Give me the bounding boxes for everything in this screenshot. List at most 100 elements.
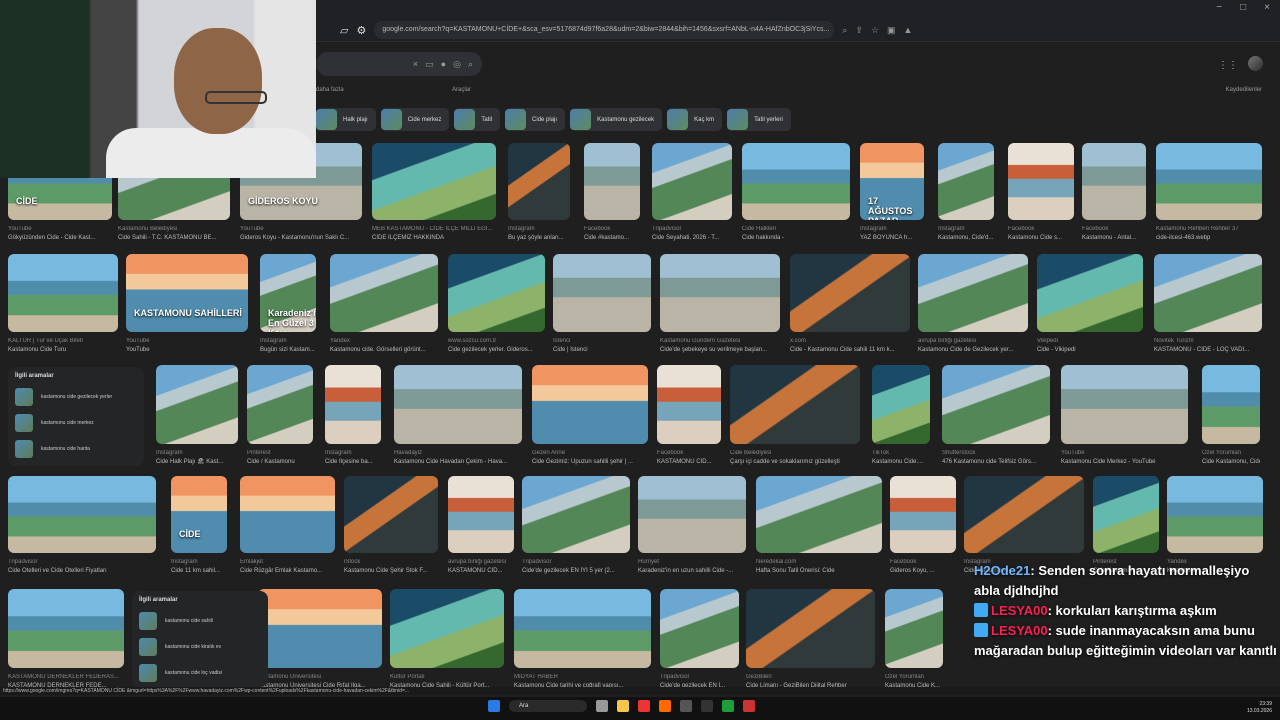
result-thumbnail[interactable] bbox=[1037, 254, 1143, 332]
result-thumbnail[interactable] bbox=[532, 365, 648, 444]
result-source[interactable]: Özel Yorumlan bbox=[1202, 450, 1260, 457]
result-source[interactable]: Emlakjet bbox=[240, 559, 335, 566]
result-caption[interactable]: Cide Gezimiz: Upuzun sahilli şehir | ... bbox=[532, 458, 648, 466]
result-thumbnail[interactable]: 17 AĞUSTOS PAZAR GÜNÜBİRLİK CİDE TURU bbox=[860, 143, 924, 220]
result-caption[interactable]: Gideros Koyu - Kastamonu'nun Saklı C... bbox=[240, 234, 362, 242]
image-result[interactable]: Neredekal.com Hafta Sonu Tatil Önerisi: C… bbox=[756, 476, 882, 580]
result-source[interactable]: Novitek Turizm bbox=[1154, 338, 1262, 345]
result-source[interactable]: www.sozcu.com.tr bbox=[448, 338, 545, 345]
result-source[interactable]: YouTube bbox=[240, 226, 362, 233]
result-caption[interactable]: Kastamonu Cide Havadan Çekim - Hava... bbox=[394, 458, 522, 466]
close-icon[interactable]: × bbox=[1264, 2, 1270, 13]
result-caption[interactable]: Cide Kastamonu, Cide K... bbox=[1202, 458, 1260, 466]
result-source[interactable]: x.com bbox=[790, 338, 910, 345]
image-result[interactable]: Yandex Kastamonu cide. Görselleri görünt.… bbox=[330, 254, 438, 359]
bookmark-icon[interactable]: ▱ bbox=[340, 24, 348, 37]
result-source[interactable]: MEB KASTAMONU - CİDE İLÇE MİLLİ EĞİ... bbox=[372, 226, 496, 233]
image-result[interactable]: 17 AĞUSTOS PAZAR GÜNÜBİRLİK CİDE TURU Ins… bbox=[860, 143, 924, 247]
brave-icon[interactable] bbox=[659, 700, 671, 712]
result-thumbnail[interactable]: CİDE bbox=[171, 476, 227, 553]
result-source[interactable]: Kastamonu Belediyesi bbox=[118, 226, 230, 233]
result-source[interactable]: avrupa birliği gazetesi bbox=[918, 338, 1028, 345]
result-caption[interactable]: Cide Halk Plajı 🏖 Kast... bbox=[156, 458, 238, 466]
result-source[interactable]: Vikipedi bbox=[1037, 338, 1143, 345]
result-source[interactable]: GeziBilen bbox=[746, 674, 875, 681]
chip-cide-plaji[interactable]: Cide plajı bbox=[505, 108, 566, 131]
image-result[interactable]: Facebook Kastamonu - Antal... bbox=[1082, 143, 1146, 247]
result-caption[interactable]: Cide #kastamo... bbox=[584, 234, 640, 242]
result-caption[interactable]: Cide - Kastamonu Cide sahili 11 km k... bbox=[790, 346, 910, 354]
result-source[interactable]: Kastamonu Rehberi Rehber 37 bbox=[1156, 226, 1262, 233]
result-source[interactable]: Tripadvisor bbox=[522, 559, 630, 566]
image-result[interactable]: www.sozcu.com.tr Cide gezilecek yerler. G… bbox=[448, 254, 545, 359]
result-caption[interactable]: Kastamonu Cide de Gezilecek yer... bbox=[918, 346, 1028, 354]
image-result[interactable]: x.com Cide - Kastamonu Cide sahili 11 km … bbox=[790, 254, 910, 359]
tune-icon[interactable]: ⚙ bbox=[356, 24, 366, 37]
result-source[interactable]: KALTUR | Tur ve Uçak Bileti bbox=[8, 338, 118, 345]
result-thumbnail[interactable] bbox=[8, 589, 124, 668]
result-caption[interactable]: YouTube bbox=[126, 346, 248, 354]
share-icon[interactable]: ⇪ bbox=[855, 25, 863, 36]
result-caption[interactable]: Kastamonu Cide:... bbox=[872, 458, 930, 466]
image-result[interactable]: avrupa birliği gazetesi Kastamonu Cide de… bbox=[918, 254, 1028, 359]
result-thumbnail[interactable] bbox=[330, 254, 438, 332]
result-thumbnail[interactable] bbox=[258, 589, 382, 668]
image-result[interactable]: Kastamonu Rehberi Rehber 37 cide-ilcesi-4… bbox=[1156, 143, 1262, 247]
result-source[interactable]: avrupa birliği gazetesi bbox=[448, 559, 514, 566]
result-thumbnail[interactable] bbox=[553, 254, 651, 332]
image-result[interactable]: Facebook Cide #kastamo... bbox=[584, 143, 640, 247]
image-result[interactable]: CİDE Instagram Cide 11 km sahil... bbox=[171, 476, 227, 580]
search-page-icon[interactable]: ⌕ bbox=[842, 25, 847, 36]
result-source[interactable]: YouTube bbox=[1061, 450, 1188, 457]
result-caption[interactable]: Cide 11 km sahil... bbox=[171, 567, 227, 575]
result-thumbnail[interactable] bbox=[394, 365, 522, 444]
result-thumbnail[interactable] bbox=[514, 589, 651, 668]
result-caption[interactable]: Kastamonu Cide Şehir Stok F... bbox=[344, 567, 438, 575]
result-caption[interactable]: Kastamonu, Cide'd... bbox=[938, 234, 994, 242]
tools-link[interactable]: Araçlar bbox=[452, 87, 471, 93]
image-result[interactable]: Havadayiz Kastamonu Cide Havadan Çekim - … bbox=[394, 365, 522, 471]
image-result[interactable]: Shutterstock 476 Kastamonu cide Telifsiz … bbox=[942, 365, 1050, 471]
result-thumbnail[interactable] bbox=[872, 365, 930, 444]
image-result[interactable]: Instagram Kastamonu, Cide'd... bbox=[938, 143, 994, 247]
image-result[interactable]: Kastamonu Gündem Gazetesi Cide'de şebekey… bbox=[660, 254, 780, 359]
image-result[interactable]: Pinterest Cide / Kastamonu bbox=[247, 365, 313, 471]
image-result[interactable]: Instagram Bu yaz şöyle anları... bbox=[508, 143, 570, 247]
result-thumbnail[interactable]: Karadeniz'in En Güzel 3 Koyu bbox=[260, 254, 316, 332]
keyboard-icon[interactable]: ▭ bbox=[425, 59, 434, 70]
result-thumbnail[interactable] bbox=[508, 143, 570, 220]
image-result[interactable]: avrupa birliği gazetesi KASTAMONU CİD... bbox=[448, 476, 514, 580]
result-source[interactable]: Cide Halkleri bbox=[742, 226, 850, 233]
result-caption[interactable]: KASTAMONU - CİDE - LOÇ VADİ... bbox=[1154, 346, 1262, 354]
result-caption[interactable]: 476 Kastamonu cide Telifsiz Görs... bbox=[942, 458, 1050, 466]
related-item[interactable]: kastamonu cide harita bbox=[15, 436, 137, 462]
result-caption[interactable]: Cide | İstenci bbox=[553, 346, 651, 354]
result-caption[interactable]: Kastamonu cide. Görselleri görünt... bbox=[330, 346, 438, 354]
result-thumbnail[interactable] bbox=[660, 254, 780, 332]
result-caption[interactable]: Kastamonu Cide Turu bbox=[8, 346, 118, 354]
result-thumbnail[interactable] bbox=[522, 476, 630, 553]
result-caption[interactable]: Kastamonu Cide Merkez - YouTube bbox=[1061, 458, 1188, 466]
search-icon[interactable]: ⌕ bbox=[468, 59, 473, 70]
image-result[interactable]: GeziBilen Cide Limanı - GeziBilen Dijital… bbox=[746, 589, 875, 695]
result-thumbnail[interactable] bbox=[1202, 365, 1260, 444]
result-caption[interactable]: YAZ BOYUNCA h... bbox=[860, 234, 924, 242]
chip-kastamonu-gezilecek[interactable]: Kastamonu gezilecek bbox=[570, 108, 663, 131]
close-search-icon[interactable]: × bbox=[413, 59, 418, 69]
result-caption[interactable]: Cide'de gezilecek EN İYİ 5 yer (2... bbox=[522, 567, 630, 575]
opera-icon[interactable] bbox=[638, 700, 650, 712]
image-result[interactable]: Novitek Turizm KASTAMONU - CİDE - LOÇ VAD… bbox=[1154, 254, 1262, 359]
result-thumbnail[interactable] bbox=[448, 254, 545, 332]
result-caption[interactable]: Cide Sahili - T.C. KASTAMONU BE... bbox=[118, 234, 230, 242]
result-caption[interactable]: KASTAMONU CİD... bbox=[657, 458, 721, 466]
result-caption[interactable]: cide-ilcesi-463.webp bbox=[1156, 234, 1262, 242]
result-source[interactable]: Tripadvisor bbox=[660, 674, 739, 681]
recording-icon[interactable] bbox=[743, 700, 755, 712]
image-result[interactable]: Tripadvisor Cide'de gezilecek EN İ... bbox=[660, 589, 739, 695]
result-source[interactable]: Instagram bbox=[860, 226, 924, 233]
image-result[interactable]: Instagram Cide İlçesine ba... bbox=[325, 365, 381, 471]
image-result[interactable]: Facebook Gideros Koyu, ... bbox=[890, 476, 956, 580]
result-source[interactable]: Hürriyet bbox=[638, 559, 746, 566]
result-source[interactable]: Facebook bbox=[584, 226, 640, 233]
avatar[interactable] bbox=[1248, 56, 1263, 71]
